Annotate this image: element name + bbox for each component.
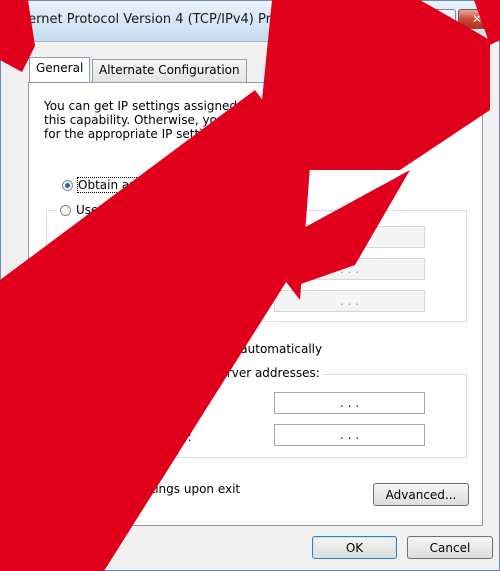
window-title: Internet Protocol Version 4 (TCP/IPv4) P… bbox=[11, 12, 324, 27]
tab-general[interactable]: General bbox=[29, 57, 91, 82]
cancel-button[interactable]: Cancel bbox=[407, 536, 493, 559]
validate-settings-label: Validate settings upon exit bbox=[80, 482, 241, 496]
alternate-dns-label: Alternate DNS server: bbox=[61, 430, 192, 444]
ip-address-field[interactable]: . . . bbox=[274, 226, 425, 248]
default-gateway-dots: . . . bbox=[339, 294, 360, 308]
preferred-dns-dots: . . . bbox=[339, 396, 360, 410]
alternate-dns-dots: . . . bbox=[339, 428, 360, 442]
obtain-dns-auto-label: Obtain DNS server address automatically bbox=[74, 342, 323, 356]
validate-settings-checkbox[interactable]: Validate settings upon exit bbox=[63, 482, 240, 496]
close-icon: ✕ bbox=[471, 12, 483, 26]
intro-text: You can get IP settings assigned automat… bbox=[44, 99, 474, 141]
default-gateway-label: Default gateway: bbox=[61, 296, 164, 310]
radio-selected-icon bbox=[60, 367, 71, 379]
preferred-dns-field[interactable]: . . . bbox=[274, 392, 425, 414]
ip-address-label: IP address: bbox=[61, 232, 127, 246]
subnet-mask-field[interactable]: . . . bbox=[274, 258, 425, 280]
checkbox-icon bbox=[63, 483, 75, 495]
preferred-dns-label: Preferred DNS server: bbox=[61, 398, 192, 412]
use-following-ip-radio[interactable]: Use the following IP address: bbox=[58, 203, 253, 217]
ip-address-dots: . . . bbox=[339, 230, 360, 244]
obtain-ip-auto-radio[interactable]: Obtain an IP address automatically bbox=[62, 177, 290, 193]
ok-button[interactable]: OK bbox=[312, 536, 397, 559]
title-bar: Internet Protocol Version 4 (TCP/IPv4) P… bbox=[1, 1, 499, 42]
subnet-mask-dots: . . . bbox=[339, 262, 360, 276]
obtain-ip-auto-label: Obtain an IP address automatically bbox=[76, 177, 290, 193]
help-button[interactable]: ? bbox=[422, 9, 456, 29]
advanced-button[interactable]: Advanced... bbox=[373, 483, 469, 506]
subnet-mask-label: Subnet mask: bbox=[61, 264, 144, 278]
help-icon: ? bbox=[435, 12, 443, 26]
close-button[interactable]: ✕ bbox=[458, 9, 496, 29]
radio-icon bbox=[58, 343, 69, 355]
use-following-dns-radio[interactable]: Use the following DNS server addresses: bbox=[58, 366, 323, 380]
default-gateway-field[interactable]: . . . bbox=[274, 290, 425, 312]
radio-icon bbox=[60, 204, 71, 216]
tab-alternate-configuration[interactable]: Alternate Configuration bbox=[92, 59, 247, 82]
alternate-dns-field[interactable]: . . . bbox=[274, 424, 425, 446]
radio-selected-icon bbox=[62, 179, 73, 191]
use-following-ip-label: Use the following IP address: bbox=[76, 203, 250, 217]
properties-dialog: Internet Protocol Version 4 (TCP/IPv4) P… bbox=[0, 0, 500, 571]
use-following-dns-label: Use the following DNS server addresses: bbox=[76, 366, 320, 380]
general-panel: You can get IP settings assigned automat… bbox=[28, 82, 483, 526]
obtain-dns-auto-radio[interactable]: Obtain DNS server address automatically bbox=[58, 342, 322, 356]
